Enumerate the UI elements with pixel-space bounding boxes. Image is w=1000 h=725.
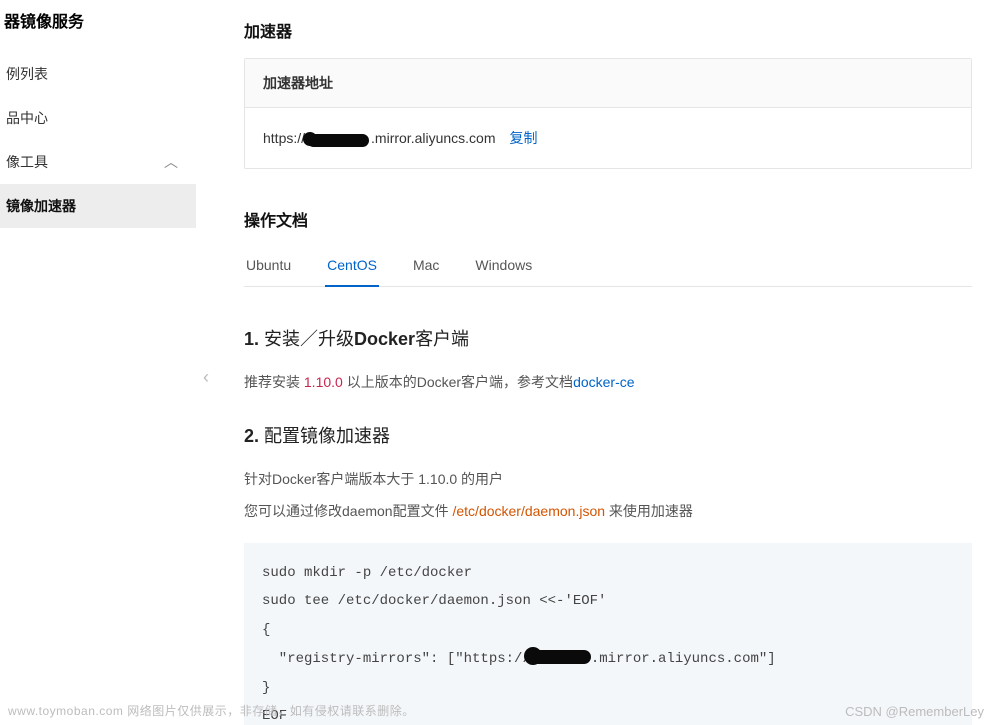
step1-heading: 1. 安装／升级Docker客户端 (244, 325, 972, 351)
step2-p2: 您可以通过修改daemon配置文件 /etc/docker/daemon.jso… (244, 498, 972, 525)
code-line: sudo mkdir -p /etc/docker (262, 565, 472, 581)
tab-windows[interactable]: Windows (473, 247, 534, 287)
p-ver: 1.10.0 (418, 471, 457, 487)
sidebar-item-instances[interactable]: 例列表 (0, 52, 196, 96)
chevron-up-icon: ︿ (164, 152, 178, 172)
docker-ce-link[interactable]: docker-ce (573, 374, 634, 390)
step2-title: 配置镜像加速器 (264, 426, 390, 446)
main-content: 加速器 加速器地址 https:// .mirror.aliyuncs.com 复… (196, 0, 1000, 725)
p-text: 您可以通过修改daemon配置文件 (244, 503, 452, 519)
step1-paragraph: 推荐安装 1.10.0 以上版本的Docker客户端，参考文档docker-ce (244, 369, 972, 396)
code-line: "registry-mirrors": ["https:// (262, 651, 531, 667)
sidebar-item-mirror-tools[interactable]: 像工具 ︿ (0, 140, 196, 184)
docs-title: 操作文档 (244, 207, 972, 231)
step-number: 1. (244, 329, 259, 349)
p-text: 针对Docker客户端版本大于 (244, 471, 418, 487)
sidebar-item-label: 品中心 (6, 108, 48, 128)
tab-mac[interactable]: Mac (411, 247, 441, 287)
accelerator-title: 加速器 (244, 18, 972, 42)
step1-bold: Docker (354, 329, 415, 349)
code-line: } (262, 680, 270, 696)
p-text: 推荐安装 (244, 374, 304, 390)
step2-heading: 2. 配置镜像加速器 (244, 422, 972, 448)
p-text: 的用户 (457, 471, 503, 487)
step2-p1: 针对Docker客户端版本大于 1.10.0 的用户 (244, 466, 972, 493)
code-block: sudo mkdir -p /etc/docker sudo tee /etc/… (244, 543, 972, 725)
redacted-icon (307, 134, 369, 147)
step1-t1: 安装／升级 (264, 329, 354, 349)
sidebar-item-label: 镜像加速器 (6, 196, 76, 216)
url-suffix: .mirror.aliyuncs.com (371, 130, 495, 146)
p-text: 以上版本的Docker客户端，参考文档 (343, 374, 573, 390)
watermark-right: CSDN @RememberLey (845, 704, 984, 719)
accelerator-address-label: 加速器地址 (245, 59, 971, 108)
accelerator-url: https:// .mirror.aliyuncs.com (263, 130, 496, 146)
p-text: 来使用加速器 (605, 503, 693, 519)
redacted-icon (531, 650, 591, 664)
code-line: .mirror.aliyuncs.com"] (591, 651, 776, 667)
sidebar-item-label: 像工具 (6, 152, 48, 172)
sidebar-item-accelerator[interactable]: 镜像加速器 (0, 184, 196, 228)
sidebar-item-products[interactable]: 品中心 (0, 96, 196, 140)
step-number: 2. (244, 426, 259, 446)
step1-t2: 客户端 (415, 329, 469, 349)
sidebar-item-label: 例列表 (6, 64, 48, 84)
copy-link[interactable]: 复制 (510, 128, 538, 148)
os-tabs: Ubuntu CentOS Mac Windows (244, 247, 972, 287)
tab-ubuntu[interactable]: Ubuntu (244, 247, 293, 287)
url-prefix: https:// (263, 130, 305, 146)
code-line: sudo tee /etc/docker/daemon.json <<-'EOF… (262, 593, 606, 609)
accelerator-card: 加速器地址 https:// .mirror.aliyuncs.com 复制 (244, 58, 972, 169)
daemon-path: /etc/docker/daemon.json (452, 503, 605, 519)
sidebar-title: 器镜像服务 (0, 0, 196, 52)
version-text: 1.10.0 (304, 374, 343, 390)
code-line: { (262, 622, 270, 638)
watermark-left: www.toymoban.com 网络图片仅供展示，非存储，如有侵权请联系删除。 (8, 702, 415, 719)
sidebar: 器镜像服务 例列表 品中心 像工具 ︿ 镜像加速器 (0, 0, 196, 725)
tab-centos[interactable]: CentOS (325, 247, 379, 287)
